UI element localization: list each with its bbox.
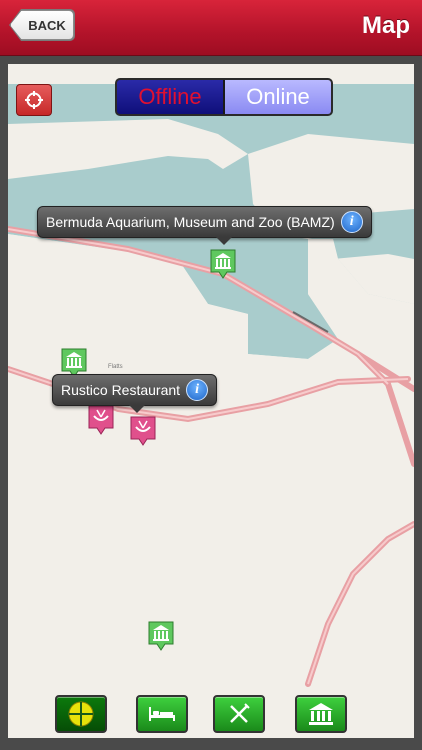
info-icon[interactable]: i — [340, 211, 363, 233]
online-segment[interactable]: Online — [225, 80, 331, 114]
fork-knife-icon — [230, 703, 250, 723]
museum-icon — [148, 621, 174, 651]
museum-icon — [309, 703, 333, 725]
callout-tail — [129, 405, 145, 413]
bed-icon — [149, 707, 175, 721]
map-marker-attraction[interactable] — [209, 248, 237, 280]
locate-me-button[interactable] — [16, 84, 52, 116]
offline-segment[interactable]: Offline — [117, 80, 225, 114]
museum-icon — [210, 249, 236, 279]
filter-restaurants-button[interactable] — [213, 695, 265, 733]
crosshair-icon — [68, 701, 94, 727]
place-label-flatts: Flatts — [108, 364, 123, 370]
callout-tail — [216, 237, 232, 245]
page-title: Map — [362, 12, 410, 39]
back-button[interactable]: BACK — [10, 10, 74, 40]
restaurant-icon — [88, 405, 114, 435]
info-icon[interactable]: i — [186, 379, 209, 401]
map-callout-rustico[interactable]: Rustico Restaurant i — [52, 374, 218, 413]
filter-all-button[interactable] — [55, 695, 107, 733]
map-mode-toggle: Offline Online — [115, 78, 333, 116]
map-view[interactable]: Flatts Offline Online Bermuda Aquarium, … — [8, 64, 414, 738]
filter-hotels-button[interactable] — [136, 695, 188, 733]
nav-bar: BACK Map — [0, 0, 422, 56]
filter-attractions-button[interactable] — [295, 695, 347, 733]
callout-title: Rustico Restaurant — [61, 382, 181, 398]
map-marker-attraction[interactable] — [147, 620, 175, 652]
map-marker-restaurant[interactable] — [87, 404, 115, 436]
callout-title: Bermuda Aquarium, Museum and Zoo (BAMZ) — [46, 214, 335, 230]
restaurant-icon — [130, 416, 156, 446]
target-icon — [25, 91, 43, 109]
map-frame: Flatts Offline Online Bermuda Aquarium, … — [0, 56, 422, 750]
map-callout-bamz[interactable]: Bermuda Aquarium, Museum and Zoo (BAMZ) … — [37, 206, 372, 245]
map-marker-restaurant[interactable] — [129, 415, 157, 447]
